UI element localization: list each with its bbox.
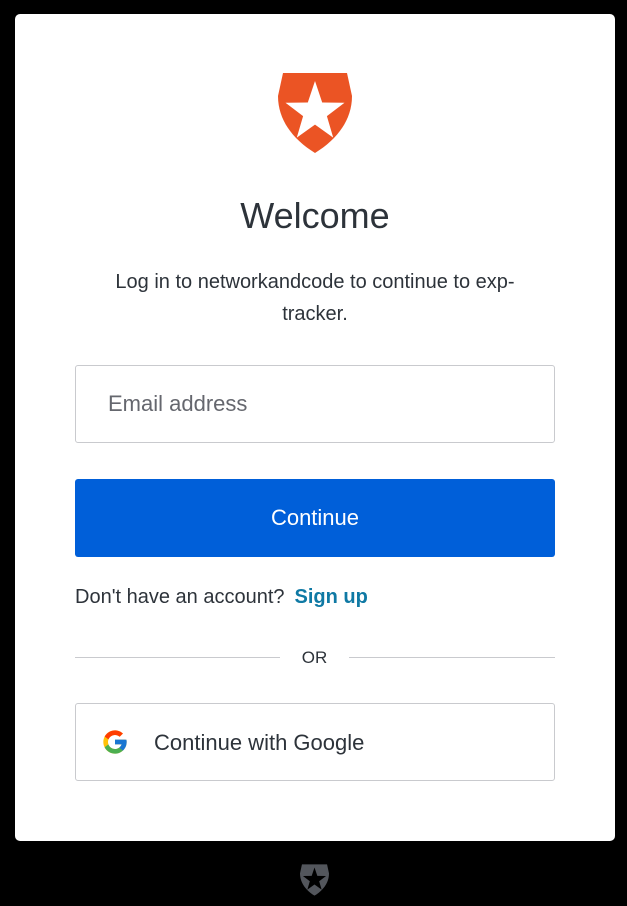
login-description: Log in to networkandcode to continue to … — [115, 271, 515, 325]
google-button-label: Continue with Google — [154, 730, 365, 755]
continue-with-google-button[interactable]: Continue with Google — [75, 703, 555, 781]
continue-button[interactable]: Continue — [75, 479, 555, 557]
page-title: Welcome — [240, 195, 390, 236]
google-g-icon — [103, 730, 127, 754]
email-field[interactable] — [75, 365, 555, 443]
signup-row: Don't have an account? Sign up — [75, 583, 555, 611]
signup-link[interactable]: Sign up — [295, 586, 368, 608]
divider-line-right — [349, 657, 555, 658]
or-divider: OR — [75, 646, 555, 670]
page-background: Welcome Log in to networkandcode to cont… — [0, 0, 627, 906]
signup-prompt: Don't have an account? — [75, 586, 285, 608]
auth0-footer-icon — [300, 864, 329, 896]
email-input[interactable] — [76, 366, 554, 442]
login-card: Welcome Log in to networkandcode to cont… — [15, 14, 615, 841]
divider-label: OR — [301, 648, 328, 667]
divider-line-left — [75, 657, 280, 658]
auth0-logo-icon — [278, 73, 352, 153]
